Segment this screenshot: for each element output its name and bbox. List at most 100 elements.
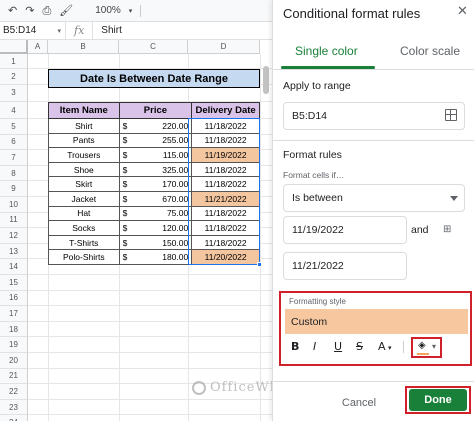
column-header-a[interactable]: A bbox=[28, 40, 48, 54]
header-price[interactable]: Price bbox=[118, 102, 193, 119]
item-name-cell[interactable]: Skirt bbox=[48, 176, 120, 192]
item-name-cell[interactable]: Pants bbox=[48, 132, 120, 149]
price-cell[interactable]: 75.00 bbox=[137, 205, 193, 222]
style-preset-select[interactable]: Custom bbox=[285, 309, 468, 334]
column-header-c[interactable]: C bbox=[119, 40, 188, 54]
delivery-date-cell[interactable]: 11/18/2022 bbox=[191, 132, 260, 149]
range-input[interactable]: B5:D14 bbox=[283, 102, 465, 130]
delivery-date-cell[interactable]: 11/18/2022 bbox=[191, 234, 260, 251]
price-cell[interactable]: 170.00 bbox=[137, 176, 193, 192]
currency-cell[interactable]: $ bbox=[118, 161, 138, 178]
row-header[interactable]: 3 bbox=[0, 84, 28, 102]
price-cell[interactable]: 325.00 bbox=[137, 161, 193, 178]
row-header[interactable]: 20 bbox=[0, 353, 28, 369]
bold-button[interactable]: B bbox=[291, 340, 299, 353]
row-header[interactable]: 22 bbox=[0, 384, 28, 400]
done-button[interactable]: Done bbox=[409, 389, 467, 411]
row-header[interactable]: 16 bbox=[0, 290, 28, 307]
row-header[interactable]: 17 bbox=[0, 306, 28, 322]
row-header[interactable]: 10 bbox=[0, 197, 28, 213]
delivery-date-cell[interactable]: 11/18/2022 bbox=[191, 220, 260, 236]
underline-button[interactable]: U bbox=[334, 340, 342, 353]
row-header[interactable]: 21 bbox=[0, 368, 28, 385]
sheet-title-cell[interactable]: Date Is Between Date Range bbox=[48, 69, 260, 88]
currency-cell[interactable]: $ bbox=[118, 132, 138, 149]
currency-cell[interactable]: $ bbox=[118, 249, 138, 265]
currency-cell[interactable]: $ bbox=[118, 205, 138, 222]
italic-button[interactable]: I bbox=[313, 340, 316, 353]
item-name-cell[interactable]: T-Shirts bbox=[48, 234, 120, 251]
column-header-b[interactable]: B bbox=[48, 40, 119, 54]
strikethrough-button[interactable]: S bbox=[356, 340, 363, 353]
price-cell[interactable]: 220.00 bbox=[137, 118, 193, 134]
row-header[interactable]: 11 bbox=[0, 212, 28, 229]
row-header[interactable]: 2 bbox=[0, 69, 28, 85]
row-header[interactable]: 1 bbox=[0, 54, 28, 69]
header-delivery-date[interactable]: Delivery Date bbox=[191, 102, 260, 119]
header-item-name[interactable]: Item Name bbox=[48, 102, 120, 119]
currency-cell[interactable]: $ bbox=[118, 176, 138, 192]
undo-icon[interactable]: ↶ bbox=[8, 4, 17, 17]
currency-cell[interactable]: $ bbox=[118, 190, 138, 207]
paint-format-icon[interactable]: 🖌 bbox=[59, 4, 73, 17]
delivery-date-cell[interactable]: 11/18/2022 bbox=[191, 205, 260, 222]
price-cell[interactable]: 255.00 bbox=[137, 132, 193, 149]
value-input-start[interactable]: 11/19/2022 bbox=[283, 216, 407, 244]
formula-input[interactable]: Shirt bbox=[93, 25, 122, 36]
currency-cell[interactable]: $ bbox=[118, 147, 138, 163]
select-all-corner[interactable] bbox=[0, 40, 28, 54]
row-header[interactable]: 24 bbox=[0, 415, 28, 421]
row-header[interactable]: 6 bbox=[0, 134, 28, 151]
row-header[interactable]: 13 bbox=[0, 243, 28, 260]
currency-cell[interactable]: $ bbox=[118, 220, 138, 236]
price-cell[interactable]: 120.00 bbox=[137, 220, 193, 236]
delivery-date-cell[interactable]: 11/21/2022 bbox=[191, 190, 260, 207]
zoom-select[interactable]: 100% bbox=[95, 5, 121, 16]
currency-cell[interactable]: $ bbox=[118, 234, 138, 251]
fill-handle[interactable] bbox=[257, 262, 262, 267]
row-header[interactable]: 18 bbox=[0, 321, 28, 338]
tab-color-scale[interactable]: Color scale bbox=[400, 44, 460, 58]
price-cell[interactable]: 180.00 bbox=[137, 249, 193, 265]
delivery-date-cell[interactable]: 11/18/2022 bbox=[191, 161, 260, 178]
price-cell[interactable]: 115.00 bbox=[137, 147, 193, 163]
row-header[interactable]: 19 bbox=[0, 337, 28, 353]
condition-select[interactable]: Is between bbox=[283, 184, 465, 212]
item-name-cell[interactable]: Shirt bbox=[48, 118, 120, 134]
select-range-icon[interactable] bbox=[445, 109, 457, 121]
row-header[interactable]: 15 bbox=[0, 275, 28, 291]
item-name-cell[interactable]: Trousers bbox=[48, 147, 120, 163]
row-header[interactable]: 7 bbox=[0, 150, 28, 166]
row-header[interactable]: 14 bbox=[0, 259, 28, 275]
chevron-down-icon[interactable]: ▾ bbox=[129, 7, 133, 15]
item-name-cell[interactable]: Jacket bbox=[48, 190, 120, 207]
price-cell[interactable]: 670.00 bbox=[137, 190, 193, 207]
delivery-date-cell[interactable]: 11/20/2022 bbox=[191, 249, 260, 265]
value-input-end[interactable]: 11/21/2022 bbox=[283, 252, 407, 280]
item-name-cell[interactable]: Socks bbox=[48, 220, 120, 236]
currency-cell[interactable]: $ bbox=[118, 118, 138, 134]
redo-icon[interactable]: ↷ bbox=[25, 4, 34, 17]
tab-single-color[interactable]: Single color bbox=[295, 44, 358, 58]
text-color-button[interactable]: A bbox=[378, 340, 386, 353]
item-name-cell[interactable]: Shoe bbox=[48, 161, 120, 178]
vertical-scrollbar[interactable] bbox=[263, 66, 269, 94]
item-name-cell[interactable]: Hat bbox=[48, 205, 120, 222]
cancel-button[interactable]: Cancel bbox=[323, 392, 395, 414]
name-box[interactable]: B5:D14 ▾ bbox=[0, 21, 66, 40]
delivery-date-cell[interactable]: 11/18/2022 bbox=[191, 118, 260, 134]
row-header[interactable]: 9 bbox=[0, 181, 28, 197]
delivery-date-cell[interactable]: 11/19/2022 bbox=[191, 147, 260, 163]
price-cell[interactable]: 150.00 bbox=[137, 234, 193, 251]
close-icon[interactable]: ✕ bbox=[457, 4, 468, 19]
row-header[interactable]: 4 bbox=[0, 102, 28, 119]
column-header-d[interactable]: D bbox=[188, 40, 260, 54]
row-header[interactable]: 12 bbox=[0, 228, 28, 244]
grid-icon[interactable]: ⊞ bbox=[443, 224, 451, 235]
row-header[interactable]: 5 bbox=[0, 119, 28, 135]
item-name-cell[interactable]: Polo-Shirts bbox=[48, 249, 120, 265]
delivery-date-cell[interactable]: 11/18/2022 bbox=[191, 176, 260, 192]
row-header[interactable]: 8 bbox=[0, 165, 28, 182]
row-header[interactable]: 23 bbox=[0, 399, 28, 416]
fill-color-button[interactable]: ◈ ▾ bbox=[411, 337, 442, 358]
